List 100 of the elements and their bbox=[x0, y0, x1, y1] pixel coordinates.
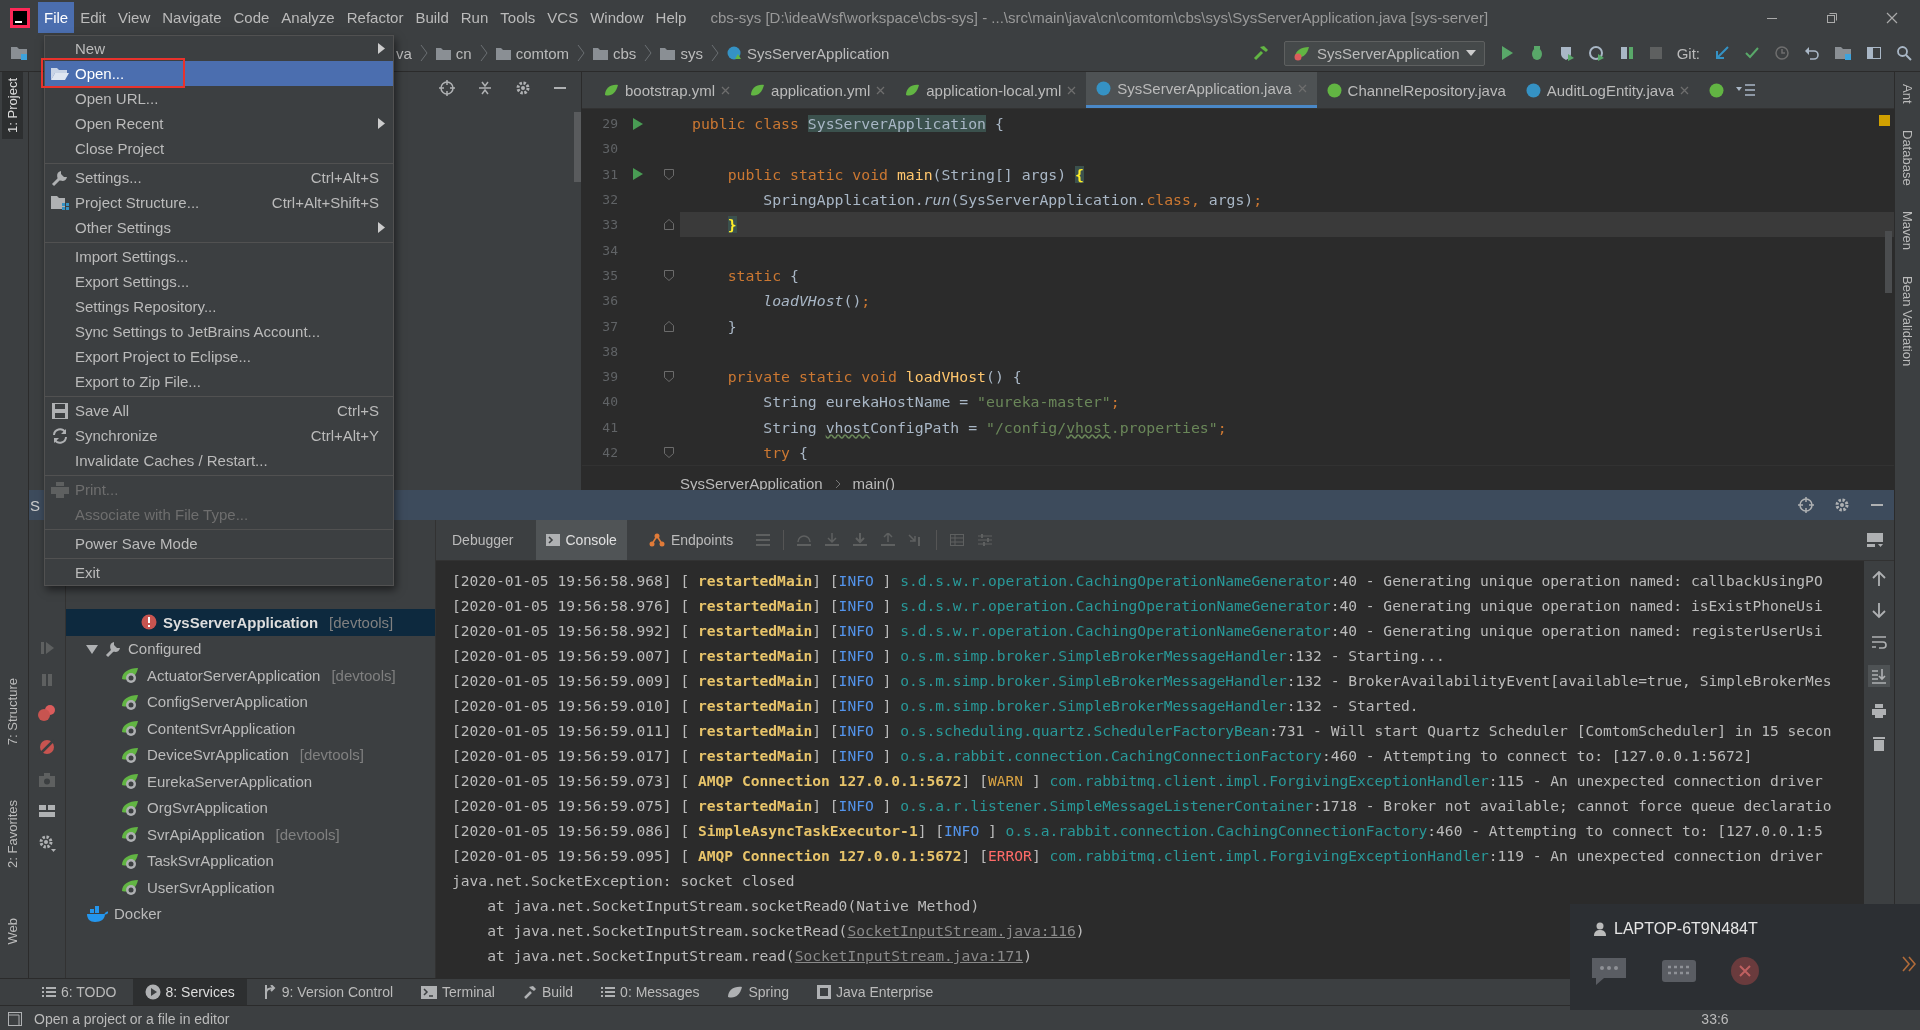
clock-icon[interactable] bbox=[1774, 45, 1790, 61]
tool-window-tab[interactable]: Bean Validation bbox=[1900, 276, 1915, 367]
menu-item[interactable]: Synchronize Ctrl+Alt+Y bbox=[45, 423, 393, 448]
tool-window-tab[interactable]: Build bbox=[510, 979, 586, 1005]
tool-window-tab[interactable]: 1: Project bbox=[2, 72, 23, 139]
editor-tab[interactable]: SysServerApplication.java bbox=[1086, 72, 1317, 108]
settings-icon[interactable] bbox=[1834, 497, 1850, 513]
tree-item[interactable]: ContentSvrApplication bbox=[66, 715, 435, 742]
tree-item[interactable]: UserSvrApplication bbox=[66, 874, 435, 901]
tool-window-tab[interactable]: 6: TODO bbox=[30, 979, 129, 1005]
tool-window-tab[interactable]: Maven bbox=[1900, 211, 1915, 251]
breadcrumb-item[interactable]: va bbox=[396, 44, 412, 62]
interface-icon[interactable] bbox=[1709, 82, 1725, 98]
breadcrumb-item[interactable]: SysServerApplication bbox=[726, 44, 890, 62]
close-icon[interactable] bbox=[1680, 85, 1690, 95]
menu-item[interactable]: Build bbox=[409, 2, 455, 33]
menu-item[interactable]: Run bbox=[454, 2, 495, 33]
menu-item[interactable]: Export Project to Eclipse... bbox=[45, 344, 393, 369]
tool-window-tab[interactable]: Database bbox=[1900, 129, 1915, 186]
menu-item[interactable]: Window bbox=[584, 2, 650, 33]
menu-item[interactable]: Open URL... bbox=[45, 86, 393, 111]
menu-item[interactable]: Analyze bbox=[275, 2, 341, 33]
run-gutter-icon[interactable] bbox=[632, 168, 644, 181]
settings-icon[interactable] bbox=[38, 834, 56, 852]
trash-icon[interactable] bbox=[1872, 735, 1886, 751]
tool-window-tab[interactable]: 9: Version Control bbox=[250, 979, 406, 1005]
window-icon[interactable] bbox=[1866, 45, 1882, 61]
tool-window-tab[interactable]: 8: Services bbox=[132, 979, 247, 1005]
tool-window-tab[interactable]: Terminal bbox=[409, 979, 507, 1005]
fold-marker-icon[interactable] bbox=[664, 269, 674, 281]
menu-item[interactable]: Save All Ctrl+S bbox=[45, 398, 393, 423]
menu-item[interactable]: VCS bbox=[541, 2, 585, 33]
hammer-icon[interactable] bbox=[1252, 44, 1271, 62]
undo-icon[interactable] bbox=[1804, 45, 1820, 61]
fold-marker-icon[interactable] bbox=[664, 447, 674, 458]
tool-windows-icon[interactable] bbox=[8, 1012, 22, 1026]
console-tab[interactable]: Debugger bbox=[442, 520, 524, 560]
close-icon[interactable] bbox=[876, 85, 886, 95]
crosshair-icon[interactable] bbox=[1798, 497, 1814, 513]
caret-position[interactable]: 33:6 bbox=[1701, 1011, 1729, 1027]
code-link[interactable]: SocketInputStream.java:116 bbox=[847, 922, 1076, 939]
crosshair-icon[interactable] bbox=[439, 80, 455, 96]
tree-item[interactable]: OrgSvrApplication bbox=[66, 794, 435, 821]
scroll-to-end-icon[interactable] bbox=[1868, 665, 1890, 687]
menu-item[interactable]: Tools bbox=[494, 2, 542, 33]
tab-list-icon[interactable] bbox=[1736, 83, 1757, 97]
code-link[interactable]: SocketInputStream.java:171 bbox=[794, 947, 1024, 964]
fold-marker-icon[interactable] bbox=[664, 371, 674, 383]
tree-item[interactable]: SysServerApplication [devtools] bbox=[66, 609, 435, 636]
expand-arrow-icon[interactable] bbox=[86, 642, 98, 655]
tool-window-tab[interactable]: 0: Messages bbox=[589, 979, 712, 1005]
layout-icon[interactable] bbox=[38, 804, 56, 818]
tree-item[interactable]: SvrApiApplication [devtools] bbox=[66, 821, 435, 848]
fold-marker-icon[interactable] bbox=[664, 168, 674, 180]
scrollbar[interactable] bbox=[1885, 231, 1892, 293]
fold-marker-icon[interactable] bbox=[664, 320, 674, 332]
layout-icon[interactable] bbox=[1866, 532, 1884, 548]
tool-window-tab[interactable]: Web bbox=[2, 912, 23, 951]
search-icon[interactable] bbox=[1896, 45, 1912, 61]
arrow-down-icon[interactable] bbox=[1872, 603, 1886, 619]
menu-item[interactable]: Refactor bbox=[340, 2, 410, 33]
console-tab[interactable]: Endpoints bbox=[638, 520, 744, 560]
breadcrumb-item[interactable]: cbs bbox=[593, 44, 637, 62]
tool-window-tab[interactable]: Ant bbox=[1900, 84, 1915, 104]
close-icon[interactable] bbox=[721, 85, 731, 95]
collapse-icon[interactable] bbox=[477, 80, 493, 96]
tool-window-tab[interactable]: Java Enterprise bbox=[804, 979, 946, 1005]
scrollbar[interactable] bbox=[574, 112, 581, 182]
warning-marker-icon[interactable] bbox=[1879, 115, 1890, 126]
breadcrumb-item[interactable]: comtom bbox=[495, 44, 570, 62]
tool-window-tab[interactable]: 7: Structure bbox=[2, 672, 23, 752]
console-tab[interactable]: Console bbox=[535, 520, 627, 560]
breadcrumb-item[interactable]: sys bbox=[660, 44, 703, 62]
menu-item[interactable]: Sync Settings to JetBrains Account... bbox=[45, 319, 393, 344]
tree-item[interactable]: DeviceSvrApplication [devtools] bbox=[66, 741, 435, 768]
tree-item[interactable]: Docker bbox=[66, 900, 435, 927]
chat-icon[interactable] bbox=[1590, 956, 1628, 986]
run-gutter-icon[interactable] bbox=[632, 117, 644, 130]
arrow-up-icon[interactable] bbox=[1872, 571, 1886, 587]
tool-window-tab[interactable]: 2: Favorites bbox=[2, 794, 23, 874]
menu-item[interactable]: New bbox=[45, 36, 393, 61]
breadcrumb-item[interactable]: SysServerApplication bbox=[680, 475, 823, 493]
breakpoints-icon[interactable] bbox=[38, 704, 56, 722]
menu-item[interactable]: Settings Repository... bbox=[45, 294, 393, 319]
menu-item[interactable]: Exit bbox=[45, 560, 393, 585]
shield-icon[interactable] bbox=[1558, 45, 1575, 61]
editor-tab[interactable]: AuditLogEntity.java bbox=[1515, 72, 1700, 108]
breadcrumb-item[interactable]: cn bbox=[435, 44, 472, 62]
tree-item[interactable]: ActuatorServerApplication [devtools] bbox=[66, 662, 435, 689]
menu-item[interactable]: Import Settings... bbox=[45, 244, 393, 269]
menu-item[interactable]: View bbox=[112, 2, 157, 33]
editor-tab[interactable]: application-local.yml bbox=[895, 72, 1087, 108]
tool-window-tab[interactable]: Spring bbox=[715, 979, 801, 1005]
print-icon[interactable] bbox=[1871, 703, 1887, 719]
editor-tab[interactable]: application.yml bbox=[740, 72, 896, 108]
breadcrumb-item[interactable]: main() bbox=[852, 475, 896, 493]
run-configuration-dropdown[interactable]: SysServerApplication bbox=[1284, 40, 1485, 66]
double-chevron-icon[interactable] bbox=[1902, 956, 1916, 972]
menu-item[interactable]: Project Structure... Ctrl+Alt+Shift+S bbox=[45, 190, 393, 215]
menu-item[interactable]: Settings... Ctrl+Alt+S bbox=[45, 165, 393, 190]
